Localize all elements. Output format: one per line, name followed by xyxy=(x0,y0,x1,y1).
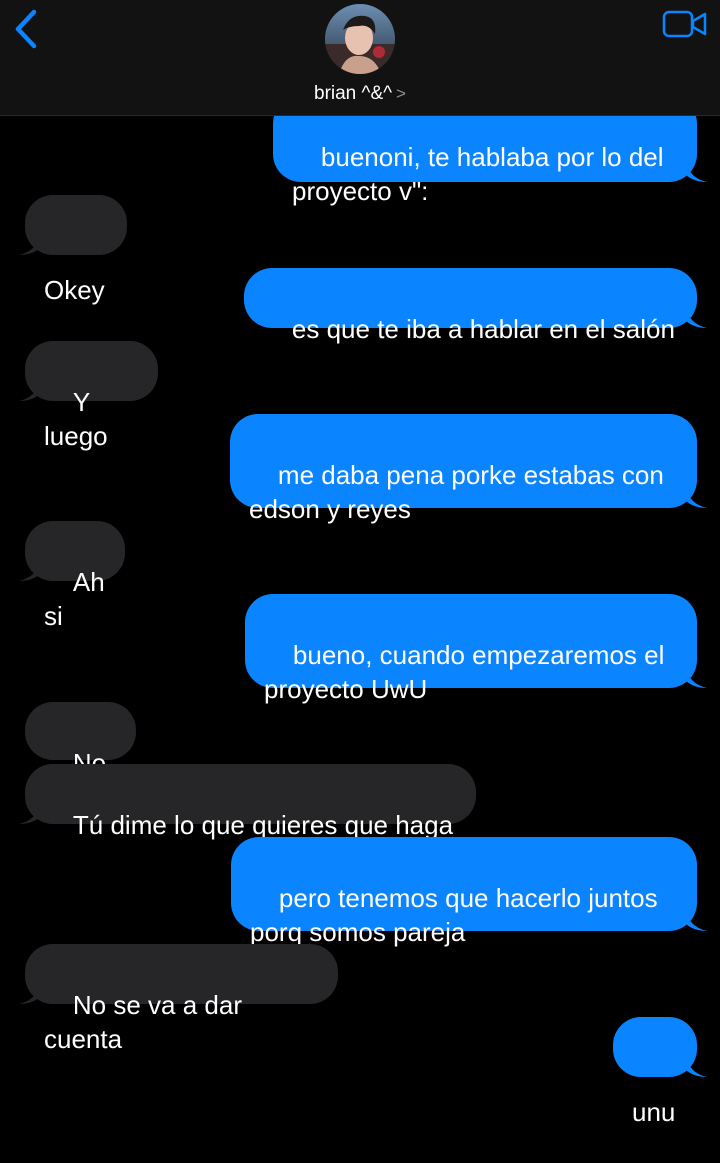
contact-name: brian ^&^ xyxy=(314,83,393,104)
bubble-tail xyxy=(685,909,707,931)
bubble-tail xyxy=(685,1055,707,1077)
message-bubble-sent[interactable]: pero tenemos que hacerlo juntos porq som… xyxy=(231,837,697,947)
chevron-left-icon xyxy=(15,9,37,49)
message-text: No se va a dar cuenta xyxy=(44,990,250,1054)
contact-photo xyxy=(325,4,395,74)
message-thread[interactable]: buenoni, te hablaba por lo del proyecto … xyxy=(0,0,720,1127)
chevron-right-icon: > xyxy=(396,84,406,103)
message-bubble-sent[interactable]: me daba pena porke estabas con edson y r… xyxy=(230,414,697,524)
message-bubble-received[interactable]: Y luego xyxy=(25,341,158,451)
message-text: pero tenemos que hacerlo juntos porq som… xyxy=(250,883,658,947)
avatar[interactable] xyxy=(325,4,395,74)
bubble-tail xyxy=(685,160,707,182)
message-text: Okey xyxy=(44,275,105,305)
contact-name-button[interactable]: brian ^&^ > xyxy=(0,83,720,105)
message-text: Tú dime lo que quieres que haga xyxy=(72,810,454,840)
message-bubble-received[interactable]: No sé xyxy=(25,702,136,812)
bubble-tail xyxy=(685,486,707,508)
bubble-tail xyxy=(19,233,41,255)
bubble-tail xyxy=(19,982,41,1004)
message-bubble-received[interactable]: No se va a dar cuenta xyxy=(25,944,338,1054)
message-text: Ah si xyxy=(44,567,112,631)
message-text: unu xyxy=(632,1097,676,1127)
message-text: me daba pena porke estabas con edson y r… xyxy=(249,460,664,524)
video-camera-icon xyxy=(662,10,707,38)
message-text: es que te iba a hablar en el salón xyxy=(291,314,675,344)
message-bubble-sent[interactable]: bueno, cuando empezaremos el proyecto Uw… xyxy=(245,594,697,704)
bubble-tail xyxy=(685,306,707,328)
message-bubble-received[interactable]: Tú dime lo que quieres que haga xyxy=(25,764,476,840)
message-text: Y luego xyxy=(44,387,108,451)
bubble-tail xyxy=(19,559,41,581)
message-text: bueno, cuando empezaremos el proyecto Uw… xyxy=(264,640,665,704)
video-call-button[interactable] xyxy=(662,8,708,40)
conversation-header: brian ^&^ > xyxy=(0,0,720,116)
bubble-tail xyxy=(685,666,707,688)
message-bubble-sent[interactable]: es que te iba a hablar en el salón xyxy=(244,268,697,344)
message-text: buenoni, te hablaba por lo del proyecto … xyxy=(292,142,664,206)
back-button[interactable] xyxy=(8,6,48,52)
bubble-tail xyxy=(19,802,41,824)
bubble-tail xyxy=(19,379,41,401)
